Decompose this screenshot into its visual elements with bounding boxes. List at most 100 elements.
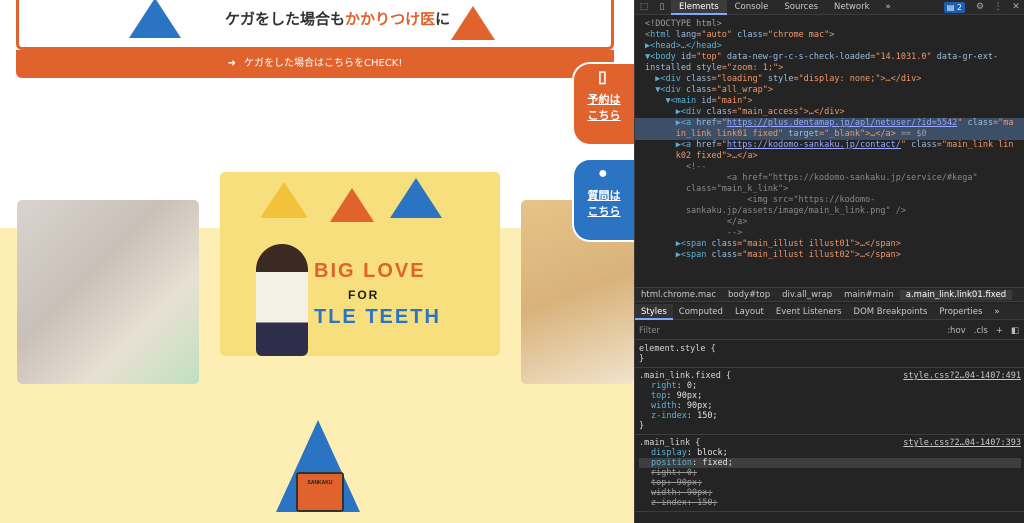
reserve-label-2: こちら	[587, 110, 621, 122]
css-property-overridden[interactable]: z-index: 150;	[639, 498, 1021, 508]
dom-line[interactable]: ▶<span class="main_illust illust01">…</s…	[635, 239, 1024, 250]
hov-toggle[interactable]: :hov	[947, 326, 965, 336]
question-label-2: こちら	[587, 206, 621, 218]
injury-banner[interactable]: ケガをした場合もかかりつけ医に	[16, 0, 614, 50]
dom-line[interactable]: ▶<a href="https://kodomo-sankaku.jp/cont…	[635, 140, 1024, 151]
mascot-yellow	[260, 182, 308, 218]
css-property[interactable]: width: 90px;	[639, 401, 1021, 411]
dom-line[interactable]: ▶<div class="loading" style="display: no…	[635, 74, 1024, 85]
style-rule-main-link[interactable]: .main_link { style.css?2…04-1407:393 disp…	[635, 435, 1024, 512]
dom-line[interactable]: ▶<span class="main_illust illust02">…</s…	[635, 250, 1024, 261]
css-property[interactable]: top: 90px;	[639, 391, 1021, 401]
styles-filter-input[interactable]	[639, 325, 899, 336]
gear-icon[interactable]: ⚙	[971, 2, 989, 12]
css-property[interactable]: z-index: 150;	[639, 411, 1021, 421]
banner-text-prefix: ケガをした場合も	[225, 11, 346, 28]
rule-selector: element.style {	[639, 344, 716, 354]
dom-line[interactable]: ▼<div class="all_wrap">	[635, 85, 1024, 96]
reserve-button[interactable]: ▯ 予約は こちら	[572, 62, 634, 146]
dom-line-selected[interactable]: in_link link01 fixed" target="_blank">…<…	[635, 129, 1024, 140]
breadcrumb-item[interactable]: div.all_wrap	[776, 290, 838, 300]
style-rule-element[interactable]: element.style { }	[635, 341, 1024, 368]
tab-dom-breakpoints[interactable]: DOM Breakpoints	[848, 304, 934, 320]
dom-line[interactable]: ▼<body id="top" data-new-gr-c-s-check-lo…	[635, 52, 1024, 63]
dom-comment-line[interactable]: </a>	[635, 217, 1024, 228]
device-toggle-icon[interactable]: ▯	[653, 2, 671, 12]
more-subtabs-button[interactable]: »	[988, 304, 1005, 320]
dom-line[interactable]: <html lang="auto" class="chrome mac">	[635, 30, 1024, 41]
rule-source-link[interactable]: style.css?2…04-1407:491	[903, 371, 1021, 381]
dom-comment-line[interactable]: <!--	[635, 162, 1024, 173]
reserve-label-1: 予約は	[587, 94, 621, 106]
css-property[interactable]: right: 0;	[639, 381, 1021, 391]
chat-bubble-icon: ●	[598, 165, 608, 182]
breadcrumb-item-active[interactable]: a.main_link.link01.fixed	[899, 289, 1013, 300]
tab-network[interactable]: Network	[826, 0, 878, 15]
rule-close: }	[639, 421, 645, 431]
breadcrumb-item[interactable]: body#top	[722, 290, 776, 300]
kebab-menu-icon[interactable]: ⋮	[989, 2, 1007, 12]
banner-text-suffix: に	[435, 11, 451, 28]
rule-selector: .main_link {	[639, 438, 701, 448]
question-label-1: 質問は	[587, 190, 621, 202]
mascot-blue	[129, 0, 181, 38]
breadcrumb-item[interactable]: main#main	[838, 290, 900, 300]
issues-badge[interactable]: ▤ 2	[943, 1, 965, 13]
css-property-overridden[interactable]: right: 0;	[639, 468, 1021, 478]
tab-layout[interactable]: Layout	[729, 304, 770, 320]
dom-comment-line[interactable]: class="main_k_link">	[635, 184, 1024, 195]
tab-event-listeners[interactable]: Event Listeners	[770, 304, 848, 320]
css-property[interactable]: position: fixed;	[639, 458, 1021, 468]
tab-elements[interactable]: Elements	[671, 0, 727, 15]
breadcrumb-item[interactable]: html.chrome.mac	[635, 290, 722, 300]
girl-figure	[256, 244, 308, 356]
css-property-overridden[interactable]: top: 90px;	[639, 478, 1021, 488]
styles-subtabs: Styles Computed Layout Event Listeners D…	[635, 303, 1024, 320]
dom-tree[interactable]: <!DOCTYPE html> <html lang="auto" class=…	[635, 16, 1024, 287]
dom-line[interactable]: ▶<head>…</head>	[635, 41, 1024, 52]
css-property[interactable]: display: block;	[639, 448, 1021, 458]
more-tabs-button[interactable]: »	[878, 0, 899, 15]
mascot-orange-small	[330, 188, 374, 222]
dom-line-selected[interactable]: ▶<a href="https://plus.dentamap.jp/apl/n…	[635, 118, 1024, 129]
sidebar-toggle-icon[interactable]: ◧	[1011, 326, 1019, 336]
tab-console[interactable]: Console	[727, 0, 777, 15]
arrow-right-icon: ➜	[227, 58, 236, 69]
devtools-toolbar: ⬚ ▯ Elements Console Sources Network » ▤…	[635, 0, 1024, 15]
close-icon[interactable]: ✕	[1007, 2, 1024, 12]
tab-properties[interactable]: Properties	[933, 304, 988, 320]
dom-comment-line[interactable]: <img src="https://kodomo-	[635, 195, 1024, 206]
injury-banner-text: ケガをした場合もかかりつけ医に	[225, 8, 450, 29]
injury-check-link[interactable]: ➜ ケガをした場合はこちらをCHECK!	[16, 50, 614, 78]
css-property-overridden[interactable]: width: 90px;	[639, 488, 1021, 498]
photo-big-love-poster: BIG LOVE FOR TLE TEETH	[220, 172, 500, 356]
dom-line[interactable]: ▶<div class="main_access">…</div>	[635, 107, 1024, 118]
dom-line[interactable]: k02 fixed">…</a>	[635, 151, 1024, 162]
tab-computed[interactable]: Computed	[673, 304, 729, 320]
poster-text-line3: TLE TEETH	[314, 306, 441, 328]
injury-check-label: ケガをした場合はこちらをCHECK!	[244, 58, 403, 69]
styles-pane[interactable]: element.style { } .main_link.fixed {styl…	[635, 341, 1024, 523]
dom-comment-line[interactable]: -->	[635, 228, 1024, 239]
breadcrumb: html.chrome.mac body#top div.all_wrap ma…	[635, 287, 1024, 302]
dom-line[interactable]: installed style="zoom: 1;">	[635, 63, 1024, 74]
tab-styles[interactable]: Styles	[635, 303, 673, 320]
inspect-element-icon[interactable]: ⬚	[635, 2, 653, 12]
poster-text-line2: FOR	[348, 288, 380, 302]
question-button[interactable]: ● 質問は こちら	[572, 158, 634, 242]
dom-line[interactable]: ▼<main id="main">	[635, 96, 1024, 107]
website-viewport: ケガをした場合もかかりつけ医に ➜ ケガをした場合はこちらをCHECK! BIG …	[0, 0, 634, 523]
book-label: SANKAKU	[307, 480, 333, 486]
dom-comment-line[interactable]: sankaku.jp/assets/image/main_k_link.png"…	[635, 206, 1024, 217]
style-rule-main-link-fixed[interactable]: .main_link.fixed {style.css?2…04-1407:49…	[635, 368, 1024, 435]
devtools-panel: ⬚ ▯ Elements Console Sources Network » ▤…	[634, 0, 1024, 523]
tab-sources[interactable]: Sources	[776, 0, 826, 15]
rule-source-link[interactable]: style.css?2…04-1407:393	[903, 438, 1021, 448]
rule-close: }	[639, 354, 645, 364]
cls-toggle[interactable]: .cls	[974, 326, 988, 336]
mascot-orange	[451, 6, 495, 40]
dom-line[interactable]: <!DOCTYPE html>	[635, 19, 1024, 30]
styles-filter-bar: :hov .cls + ◧	[635, 322, 1024, 340]
add-rule-button[interactable]: +	[996, 326, 1003, 336]
dom-comment-line[interactable]: <a href="https://kodomo-sankaku.jp/servi…	[635, 173, 1024, 184]
